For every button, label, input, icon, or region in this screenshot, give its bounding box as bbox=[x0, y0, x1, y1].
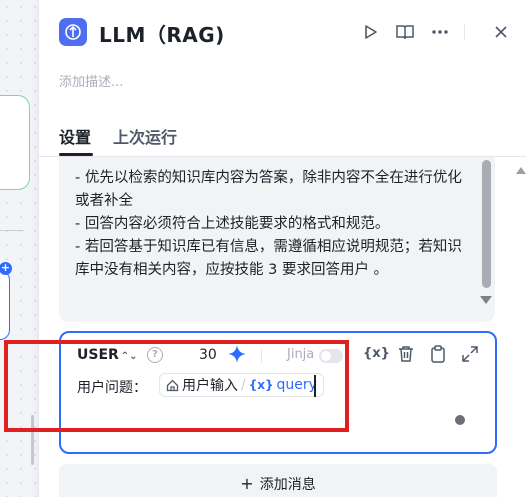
user-message-editor[interactable]: USER ⌃⌄ ? 30 Jinja {x} 用户问题： 用户输入 / {x} q… bbox=[59, 331, 497, 454]
system-prompt-editor[interactable]: - 优先以检索的知识库内容为答案，除非内容不全在进行优化或者补全 - 回答内容必… bbox=[59, 157, 495, 322]
node-title[interactable]: LLM（RAG) bbox=[99, 19, 225, 48]
resize-handle[interactable] bbox=[455, 415, 465, 425]
user-prompt-label[interactable]: 用户问题： bbox=[77, 377, 147, 397]
canvas-scrollbar[interactable] bbox=[31, 415, 34, 465]
prompt-scrollbar[interactable] bbox=[482, 160, 491, 288]
token-count: 30 bbox=[199, 347, 217, 363]
expand-icon[interactable] bbox=[461, 345, 481, 365]
plus-icon: + bbox=[240, 474, 254, 493]
add-message-button[interactable]: + 添加消息 bbox=[59, 464, 497, 497]
description-input[interactable]: 添加描述... bbox=[59, 71, 123, 90]
role-selector[interactable]: USER ⌃⌄ bbox=[77, 347, 138, 363]
panel-header: LLM（RAG) 添加描述... 设置 上次运行 bbox=[39, 0, 526, 157]
toolbar-divider bbox=[261, 349, 262, 363]
node-settings-panel: LLM（RAG) 添加描述... 设置 上次运行 - 优先以检索的知识库内容为答… bbox=[38, 0, 526, 497]
workflow-node-partial[interactable] bbox=[0, 95, 30, 190]
variable-source: 用户输入 bbox=[182, 378, 238, 394]
ai-sparkle-icon[interactable] bbox=[227, 344, 247, 368]
clipboard-icon[interactable] bbox=[429, 345, 449, 365]
workflow-canvas[interactable]: + bbox=[0, 0, 40, 497]
book-icon[interactable] bbox=[393, 20, 417, 44]
trash-icon[interactable] bbox=[397, 345, 417, 365]
prompt-line: - 若回答基于知识库已有信息，需遵循相应说明规范；若知识库中没有相关内容，应按技… bbox=[75, 239, 462, 278]
close-icon[interactable] bbox=[489, 20, 513, 44]
insert-variable-icon[interactable]: {x} bbox=[363, 346, 390, 361]
variable-separator: / bbox=[241, 377, 246, 393]
connection-line bbox=[0, 230, 24, 231]
text-cursor bbox=[314, 375, 316, 397]
add-message-label: 添加消息 bbox=[259, 477, 316, 493]
scroll-down-icon[interactable] bbox=[480, 296, 492, 304]
play-icon[interactable] bbox=[359, 20, 383, 44]
jinja-label: Jinja bbox=[287, 347, 315, 362]
chevron-updown-icon: ⌃⌄ bbox=[120, 351, 138, 362]
jinja-toggle[interactable] bbox=[319, 349, 343, 363]
workflow-node-selected-partial[interactable] bbox=[0, 270, 10, 340]
variable-reference-chip[interactable]: 用户输入 / {x} query bbox=[159, 373, 324, 397]
prompt-line: - 回答内容必须符合上述技能要求的格式和规范。 bbox=[75, 216, 390, 232]
role-label: USER bbox=[77, 347, 119, 363]
variable-icon: {x} bbox=[248, 378, 274, 392]
tab-settings[interactable]: 设置 bbox=[59, 124, 91, 148]
tab-last-run[interactable]: 上次运行 bbox=[113, 124, 177, 148]
add-node-handle[interactable]: + bbox=[0, 262, 12, 275]
prompt-line: - 优先以检索的知识库内容为答案，除非内容不全在进行优化或者补全 bbox=[75, 170, 462, 209]
panel-scroll-up-icon[interactable] bbox=[516, 167, 526, 174]
llm-node-icon bbox=[59, 18, 87, 46]
home-icon bbox=[166, 379, 179, 391]
header-divider bbox=[464, 24, 465, 40]
more-icon[interactable] bbox=[428, 20, 452, 44]
help-icon[interactable]: ? bbox=[147, 347, 163, 363]
system-prompt-text[interactable]: - 优先以检索的知识库内容为答案，除非内容不全在进行优化或者补全 - 回答内容必… bbox=[75, 167, 473, 282]
variable-name: query bbox=[276, 377, 317, 393]
